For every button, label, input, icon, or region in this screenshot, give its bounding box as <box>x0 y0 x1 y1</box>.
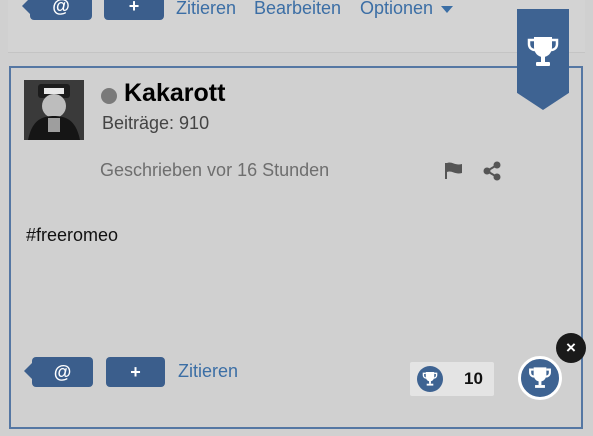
avatar[interactable] <box>24 80 84 140</box>
posts-count: Beiträge: 910 <box>102 113 210 133</box>
post-card <box>9 66 583 429</box>
best-answer-ribbon <box>517 9 569 110</box>
share-icon[interactable] <box>482 161 502 186</box>
mention-button[interactable]: @ <box>22 0 92 20</box>
mention-button[interactable]: @ <box>24 357 93 387</box>
add-button[interactable]: + <box>104 0 164 20</box>
author-name[interactable]: Kakarott <box>124 79 225 108</box>
react-button[interactable] <box>518 356 562 400</box>
post-timestamp[interactable]: Geschrieben vor 16 Stunden <box>100 160 329 181</box>
quote-link[interactable]: Zitieren <box>178 361 238 382</box>
quote-link[interactable]: Zitieren <box>176 0 236 19</box>
trophy-icon <box>527 37 559 66</box>
trophy-icon <box>529 367 551 388</box>
mention-label: @ <box>52 0 70 16</box>
post-content: #freeromeo <box>26 225 119 245</box>
add-label: + <box>130 361 141 382</box>
close-button[interactable]: × <box>556 333 586 363</box>
add-label: + <box>128 0 140 16</box>
options-link[interactable]: Optionen <box>360 0 454 19</box>
trophy-icon <box>417 366 443 392</box>
mention-label: @ <box>53 361 72 382</box>
close-icon: × <box>566 338 576 357</box>
options-label: Optionen <box>360 0 434 18</box>
edit-link[interactable]: Bearbeiten <box>254 0 341 19</box>
flag-icon[interactable] <box>444 162 464 185</box>
add-button[interactable]: + <box>106 357 165 387</box>
offline-status-dot <box>101 88 117 104</box>
reaction-count: 10 <box>464 369 483 388</box>
reaction-count-box[interactable]: 10 <box>410 362 494 396</box>
chevron-down-icon <box>441 5 454 13</box>
